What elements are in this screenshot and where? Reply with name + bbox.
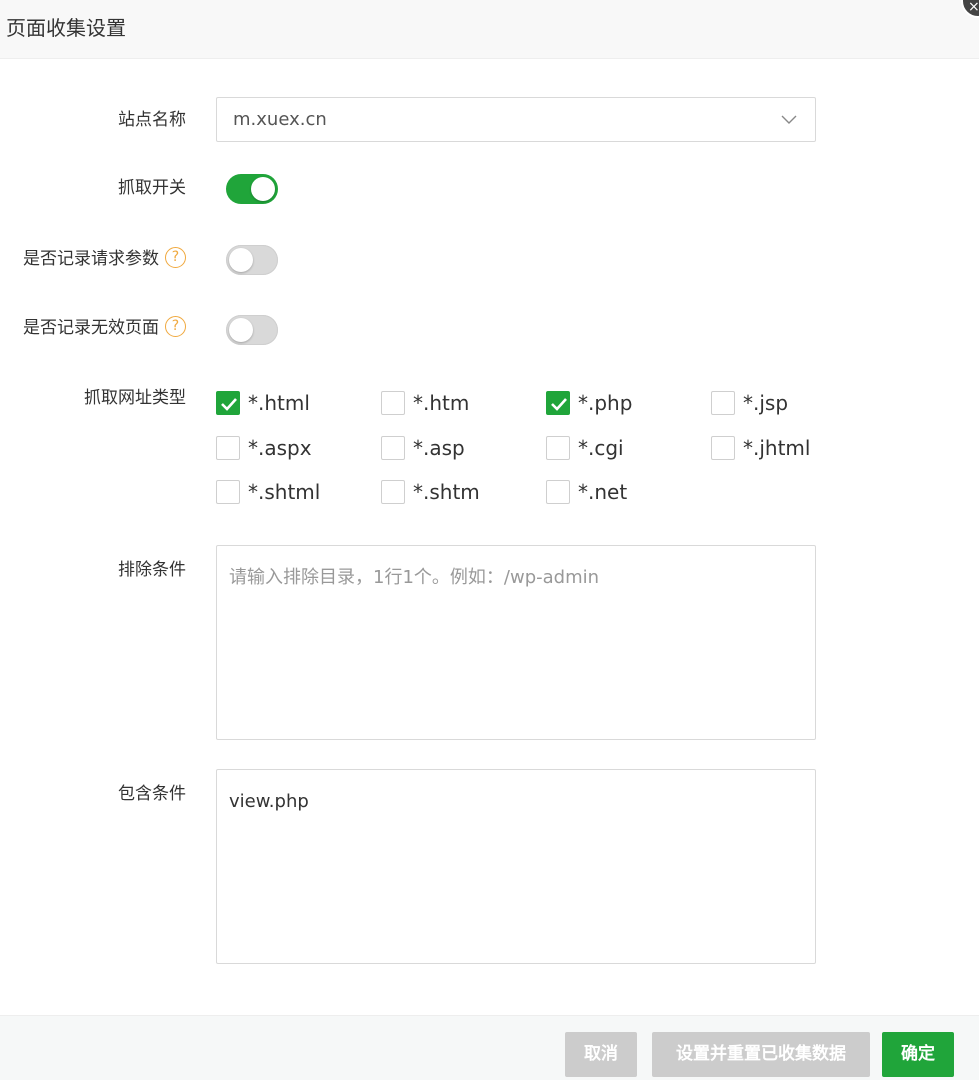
page-collection-settings-dialog: 页面收集设置 × 站点名称 m.xuex.cn 抓取开关 是否记录请求参数? 是… [0, 0, 979, 1080]
url-type-checkbox-shtm[interactable]: *.shtm [381, 479, 480, 505]
checkbox-box [711, 436, 735, 460]
record-params-toggle[interactable] [226, 245, 278, 275]
close-icon: × [968, 0, 979, 15]
checkbox-box [381, 436, 405, 460]
url-type-label: *.shtm [413, 480, 480, 504]
record-params-label-text: 是否记录请求参数 [23, 249, 159, 269]
checkbox-box [216, 391, 240, 415]
url-type-checkbox-html[interactable]: *.html [216, 390, 310, 416]
url-type-label: *.php [578, 391, 633, 415]
url-type-checkbox-asp[interactable]: *.asp [381, 435, 465, 461]
site-name-value: m.xuex.cn [233, 109, 327, 130]
help-icon[interactable]: ? [165, 315, 186, 337]
dialog-footer: 取消 设置并重置已收集数据 确定 [0, 1015, 979, 1080]
crawl-switch-label: 抓取开关 [118, 178, 186, 198]
checkmark-icon [221, 398, 237, 411]
exclude-label: 排除条件 [118, 560, 186, 580]
url-type-checkbox-jsp[interactable]: *.jsp [711, 390, 788, 416]
checkbox-box [381, 480, 405, 504]
url-type-checkbox-php[interactable]: *.php [546, 390, 632, 416]
help-icon[interactable]: ? [165, 246, 186, 268]
record-params-label: 是否记录请求参数? [0, 246, 186, 271]
url-type-checkbox-shtml[interactable]: *.shtml [216, 479, 320, 505]
url-type-label: *.aspx [248, 436, 312, 460]
confirm-button[interactable]: 确定 [882, 1032, 954, 1077]
include-label: 包含条件 [118, 784, 186, 804]
url-type-checkbox-aspx[interactable]: *.aspx [216, 435, 312, 461]
checkmark-icon [551, 398, 567, 411]
dialog-title: 页面收集设置 [6, 16, 126, 40]
url-type-label: *.asp [413, 436, 465, 460]
url-type-checkbox-cgi[interactable]: *.cgi [546, 435, 624, 461]
url-type-checkbox-htm[interactable]: *.htm [381, 390, 469, 416]
chevron-down-icon [781, 115, 797, 124]
record-invalid-label: 是否记录无效页面? [0, 315, 186, 340]
site-name-select[interactable]: m.xuex.cn [216, 97, 816, 142]
url-type-checkbox-net[interactable]: *.net [546, 479, 627, 505]
crawl-switch-toggle[interactable] [226, 174, 278, 204]
toggle-knob [229, 248, 253, 272]
checkbox-box [381, 391, 405, 415]
url-type-label: *.shtml [248, 480, 321, 504]
checkbox-box [546, 436, 570, 460]
url-type-label: *.net [578, 480, 628, 504]
toggle-knob [251, 177, 275, 201]
url-type-label: *.cgi [578, 436, 624, 460]
url-type-label: *.htm [413, 391, 470, 415]
url-type-label: *.jsp [743, 391, 789, 415]
site-name-label: 站点名称 [118, 110, 186, 130]
checkbox-box [546, 480, 570, 504]
reset-collected-data-button[interactable]: 设置并重置已收集数据 [652, 1032, 870, 1077]
close-button[interactable]: × [961, 0, 979, 18]
dialog-header: 页面收集设置 × [0, 0, 979, 59]
checkbox-box [711, 391, 735, 415]
url-types-label: 抓取网址类型 [84, 388, 186, 408]
record-invalid-toggle[interactable] [226, 315, 278, 345]
cancel-button[interactable]: 取消 [565, 1032, 637, 1077]
url-type-label: *.jhtml [743, 436, 811, 460]
checkbox-box [216, 436, 240, 460]
include-textarea[interactable] [216, 769, 816, 964]
url-type-checkbox-jhtml[interactable]: *.jhtml [711, 435, 810, 461]
record-invalid-label-text: 是否记录无效页面 [23, 318, 159, 338]
checkbox-box [546, 391, 570, 415]
toggle-knob [229, 318, 253, 342]
exclude-textarea[interactable] [216, 545, 816, 740]
url-type-label: *.html [248, 391, 310, 415]
checkbox-box [216, 480, 240, 504]
